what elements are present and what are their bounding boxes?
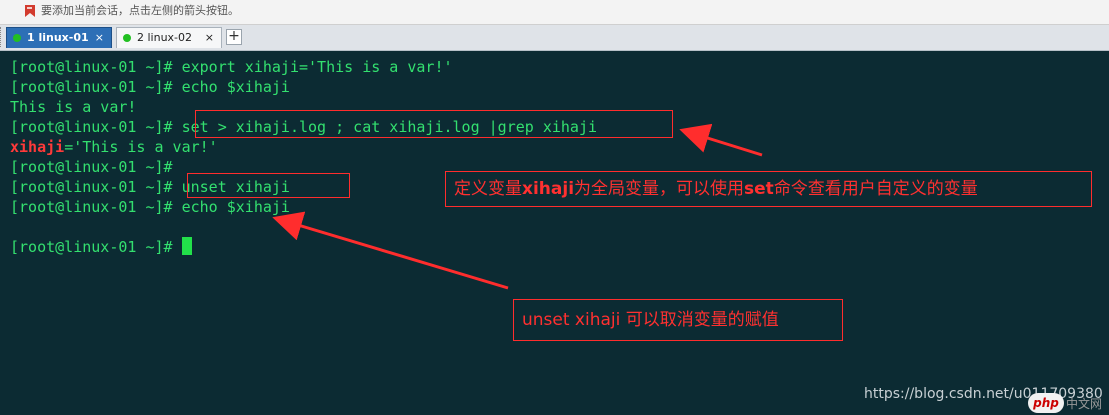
arrow-to-set-command bbox=[679, 123, 763, 157]
php-logo-suffix: 中文网 bbox=[1066, 397, 1103, 411]
annotation-arrows bbox=[272, 123, 763, 290]
php-logo: php bbox=[1028, 393, 1064, 413]
arrow-to-unset-command bbox=[272, 211, 509, 290]
